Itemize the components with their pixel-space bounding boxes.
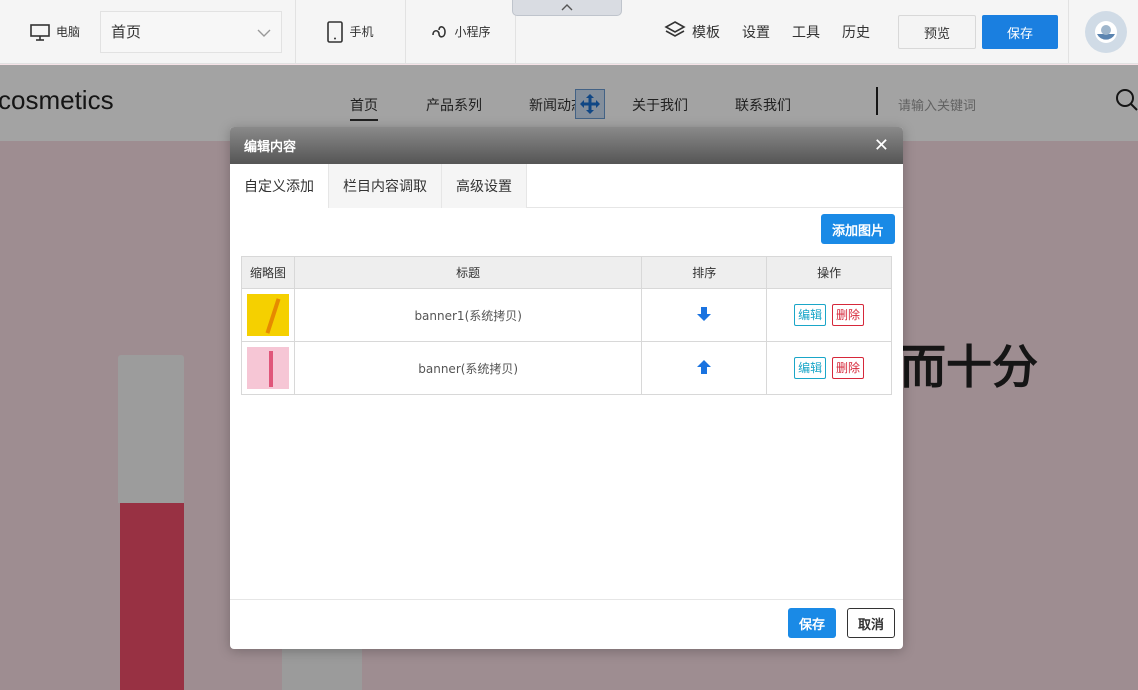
- mobile-label: 手机: [349, 25, 374, 39]
- phone-icon: [327, 20, 344, 43]
- thumbnail-image: [246, 347, 289, 389]
- tools-button[interactable]: 工具: [792, 22, 820, 42]
- edit-content-dialog: 编辑内容 ✕ 自定义添加 栏目内容调取 高级设置 添加图片 缩略图 标题 排序 …: [230, 127, 903, 649]
- delete-button[interactable]: 删除: [832, 357, 865, 379]
- tab-custom-add[interactable]: 自定义添加: [230, 164, 329, 208]
- close-icon[interactable]: ✕: [874, 136, 889, 155]
- mini-program-icon: [430, 21, 448, 43]
- save-button[interactable]: 保存: [982, 15, 1058, 49]
- template-label: 模板: [692, 25, 720, 41]
- title-cell: banner1(系统拷贝): [293, 288, 643, 342]
- arrow-up-icon[interactable]: [696, 359, 712, 375]
- table-row: banner(系统拷贝) 编辑 删除: [241, 341, 892, 395]
- sort-cell: [641, 288, 768, 342]
- mini-program-label: 小程序: [454, 25, 491, 39]
- history-button[interactable]: 历史: [842, 22, 870, 42]
- layers-icon: [664, 20, 686, 44]
- edit-button[interactable]: 编辑: [794, 304, 827, 326]
- tools-label: 工具: [792, 25, 820, 41]
- column-header-actions: 操作: [766, 256, 892, 289]
- arrow-down-icon[interactable]: [696, 306, 712, 322]
- edit-button[interactable]: 编辑: [794, 357, 827, 379]
- mobile-device-switch[interactable]: 手机: [296, 0, 406, 64]
- page-select-value: 首页: [111, 23, 142, 41]
- toolbar-right: 模板 设置 工具 历史 预览 保存: [664, 0, 1058, 64]
- column-header-title: 标题: [293, 256, 643, 289]
- dialog-save-button[interactable]: 保存: [788, 608, 836, 638]
- preview-button[interactable]: 预览: [898, 15, 976, 49]
- thumbnail-image: [246, 294, 289, 336]
- page-select[interactable]: 首页: [100, 10, 283, 53]
- settings-label: 设置: [742, 25, 770, 41]
- dialog-title: 编辑内容: [244, 140, 297, 155]
- tab-advanced-settings[interactable]: 高级设置: [442, 164, 527, 208]
- table-header-row: 缩略图 标题 排序 操作: [241, 256, 892, 289]
- template-button[interactable]: 模板: [664, 20, 720, 44]
- dialog-cancel-button[interactable]: 取消: [847, 608, 895, 638]
- sort-cell: [641, 341, 768, 395]
- dialog-footer: 保存 取消: [230, 599, 903, 649]
- tab-column-content[interactable]: 栏目内容调取: [329, 164, 442, 208]
- mini-program-switch[interactable]: 小程序: [406, 0, 516, 64]
- chevron-down-icon: [257, 23, 271, 41]
- dialog-tabs: 自定义添加 栏目内容调取 高级设置: [230, 164, 903, 208]
- pc-label: 电脑: [56, 25, 81, 39]
- dialog-header: 编辑内容 ✕: [230, 127, 903, 164]
- column-header-thumbnail: 缩略图: [241, 256, 295, 289]
- thumbnail-cell: [241, 341, 295, 395]
- column-header-sort: 排序: [641, 256, 768, 289]
- actions-cell: 编辑 删除: [766, 288, 892, 342]
- chevron-up-icon: [561, 0, 573, 15]
- table-row: banner1(系统拷贝) 编辑 删除: [241, 288, 892, 342]
- items-table: 缩略图 标题 排序 操作 banner1(系统拷贝) 编辑 删除 banner(…: [241, 256, 892, 395]
- toolbar-divider: [1068, 0, 1069, 64]
- delete-button[interactable]: 删除: [832, 304, 865, 326]
- collapse-toolbar-toggle[interactable]: [512, 0, 622, 16]
- title-cell: banner(系统拷贝): [293, 341, 643, 395]
- settings-button[interactable]: 设置: [742, 22, 770, 42]
- avatar[interactable]: [1085, 11, 1127, 53]
- actions-cell: 编辑 删除: [766, 341, 892, 395]
- pc-device-switch[interactable]: 电脑 首页: [0, 0, 296, 64]
- add-image-button[interactable]: 添加图片: [821, 214, 895, 244]
- thumbnail-cell: [241, 288, 295, 342]
- monitor-icon: [30, 23, 50, 41]
- history-label: 历史: [842, 25, 870, 41]
